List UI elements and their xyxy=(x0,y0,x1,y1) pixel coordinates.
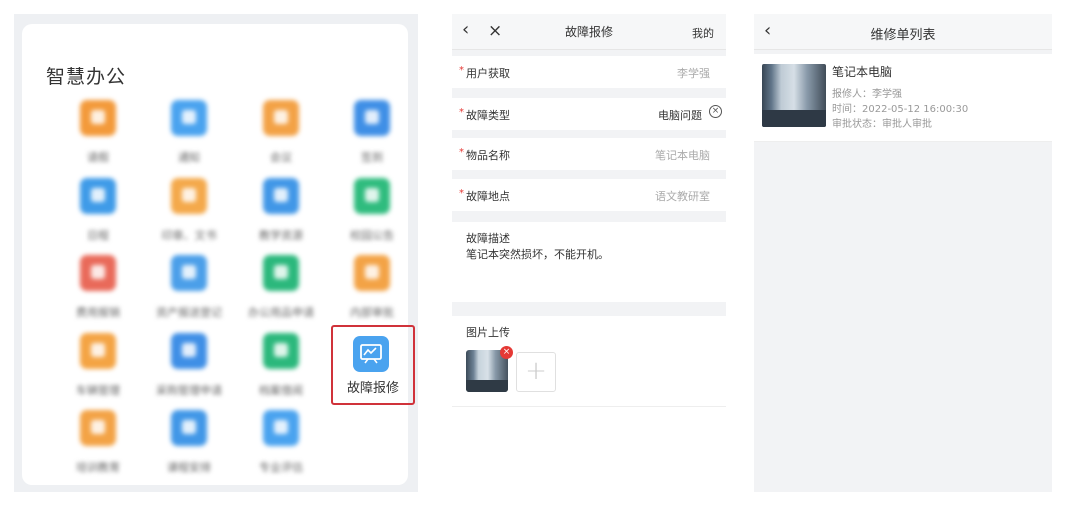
app-label: 印章、文书 xyxy=(161,229,217,242)
app-icon xyxy=(171,178,207,214)
app-label: 采购管理申请 xyxy=(156,384,222,397)
app-label: 专业评估 xyxy=(259,461,303,474)
field-fault-type[interactable]: * 故障类型 电脑问题 × xyxy=(452,98,726,130)
field-label: 故障类型 xyxy=(466,109,510,122)
required-mark: * xyxy=(459,107,464,118)
item-title: 笔记本电脑 xyxy=(832,65,893,79)
app-item[interactable]: 课程安排 xyxy=(141,410,237,482)
mine-link[interactable]: 我的 xyxy=(692,25,714,41)
app-item[interactable]: 车辆管理 xyxy=(50,333,146,405)
description-label: 故障描述 xyxy=(466,232,510,245)
app-icon xyxy=(171,410,207,446)
app-item[interactable]: 故障报修 xyxy=(331,325,415,405)
app-item[interactable]: 内部审批 xyxy=(324,255,420,327)
app-label: 车辆管理 xyxy=(76,384,120,397)
app-label: 费用报销 xyxy=(76,306,120,319)
app-label: 会议 xyxy=(270,151,292,164)
app-icon xyxy=(354,255,390,291)
repair-form-screen: ‹ × 故障报修 我的 * 用户获取 李学强 * 故障类型 电脑问题 × * 物… xyxy=(452,14,726,492)
app-label: 校园公告 xyxy=(350,229,394,242)
app-item[interactable]: 教学资源 xyxy=(233,178,329,250)
office-card: 智慧办公 请假 通知 会议 签到日程 印章、文书 教学资源 校园公告费用报销 资产报送登记 办公… xyxy=(22,24,415,485)
app-icon xyxy=(171,255,207,291)
app-label: 请假 xyxy=(87,151,109,164)
list-title: 维修单列表 xyxy=(870,28,936,43)
app-label: 教学资源 xyxy=(259,229,303,242)
field-value: 电脑问题 xyxy=(658,109,702,122)
divider xyxy=(452,406,726,407)
item-status: 审批状态：审批人审批 xyxy=(832,119,932,130)
clear-icon[interactable]: × xyxy=(709,105,722,118)
app-icon xyxy=(80,410,116,446)
app-icon xyxy=(263,178,299,214)
app-label: 故障报修 xyxy=(346,381,399,396)
field-label: 物品名称 xyxy=(466,149,510,162)
app-item[interactable]: 校园公告 xyxy=(324,178,420,250)
app-item[interactable]: 资产报送登记 xyxy=(141,255,237,327)
item-reporter: 报修人：李学强 xyxy=(832,89,902,100)
app-icon xyxy=(263,255,299,291)
app-icon xyxy=(171,333,207,369)
app-item[interactable]: 印章、文书 xyxy=(141,178,237,250)
field-user[interactable]: * 用户获取 李学强 xyxy=(452,56,726,88)
app-item[interactable]: 会议 xyxy=(233,100,329,172)
app-icon xyxy=(171,100,207,136)
repair-list-screen: ‹ 维修单列表 笔记本电脑 报修人：李学强 时间：2022-05-12 16:0… xyxy=(754,14,1052,492)
app-item[interactable]: 专业评估 xyxy=(233,410,329,482)
field-value: 语文教研室 xyxy=(655,190,710,203)
app-label: 课程安排 xyxy=(167,461,211,474)
app-item[interactable]: 档案借阅 xyxy=(233,333,329,405)
app-item[interactable]: 办公用品申请 xyxy=(233,255,329,327)
repair-list-item[interactable]: 笔记本电脑 报修人：李学强 时间：2022-05-12 16:00:30 审批状… xyxy=(754,54,1052,142)
app-item[interactable]: 请假 xyxy=(50,100,146,172)
app-icon xyxy=(80,255,116,291)
required-mark: * xyxy=(459,65,464,76)
app-item[interactable]: 日程 xyxy=(50,178,146,250)
required-mark: * xyxy=(459,147,464,158)
app-icon xyxy=(80,333,116,369)
required-mark: * xyxy=(459,188,464,199)
upload-label: 图片上传 xyxy=(466,326,510,339)
app-label: 培训教育 xyxy=(76,461,120,474)
app-label: 档案借阅 xyxy=(259,384,303,397)
app-icon xyxy=(80,100,116,136)
app-item[interactable]: 费用报销 xyxy=(50,255,146,327)
field-item-name[interactable]: * 物品名称 笔记本电脑 xyxy=(452,138,726,170)
add-image-button[interactable]: + xyxy=(516,352,556,392)
description-text[interactable]: 笔记本突然损坏，不能开机。 xyxy=(466,246,609,262)
app-icon xyxy=(263,333,299,369)
office-title: 智慧办公 xyxy=(46,66,127,88)
field-label: 用户获取 xyxy=(466,67,510,80)
item-thumbnail xyxy=(762,64,826,127)
app-icon xyxy=(354,100,390,136)
app-icon xyxy=(80,178,116,214)
app-icon xyxy=(263,410,299,446)
app-label: 内部审批 xyxy=(350,306,394,319)
app-label: 通知 xyxy=(178,151,200,164)
app-item[interactable]: 签到 xyxy=(324,100,420,172)
app-label: 日程 xyxy=(87,229,109,242)
app-item[interactable]: 采购管理申请 xyxy=(141,333,237,405)
field-value: 李学强 xyxy=(677,67,710,80)
list-nav-bar: ‹ 维修单列表 xyxy=(754,14,1052,50)
repair-chart-icon xyxy=(353,336,389,372)
remove-image-icon[interactable]: × xyxy=(500,346,513,359)
field-value: 笔记本电脑 xyxy=(655,149,710,162)
app-icon xyxy=(354,178,390,214)
form-nav-bar: ‹ × 故障报修 我的 xyxy=(452,14,726,50)
image-upload-section: 图片上传 × + xyxy=(452,316,726,492)
app-label: 签到 xyxy=(361,151,383,164)
app-label: 资产报送登记 xyxy=(156,306,222,319)
app-icon xyxy=(263,100,299,136)
field-label: 故障地点 xyxy=(466,190,510,203)
field-fault-location[interactable]: * 故障地点 语文教研室 xyxy=(452,179,726,211)
app-item[interactable]: 培训教育 xyxy=(50,410,146,482)
description-field[interactable]: 故障描述 笔记本突然损坏，不能开机。 xyxy=(452,222,726,302)
form-title: 故障报修 xyxy=(564,25,613,39)
app-label: 办公用品申请 xyxy=(248,306,314,319)
item-time: 时间：2022-05-12 16:00:30 xyxy=(832,104,969,115)
office-panel: 智慧办公 请假 通知 会议 签到日程 印章、文书 教学资源 校园公告费用报销 资产报送登记 办公… xyxy=(14,14,418,492)
app-item[interactable]: 通知 xyxy=(141,100,237,172)
